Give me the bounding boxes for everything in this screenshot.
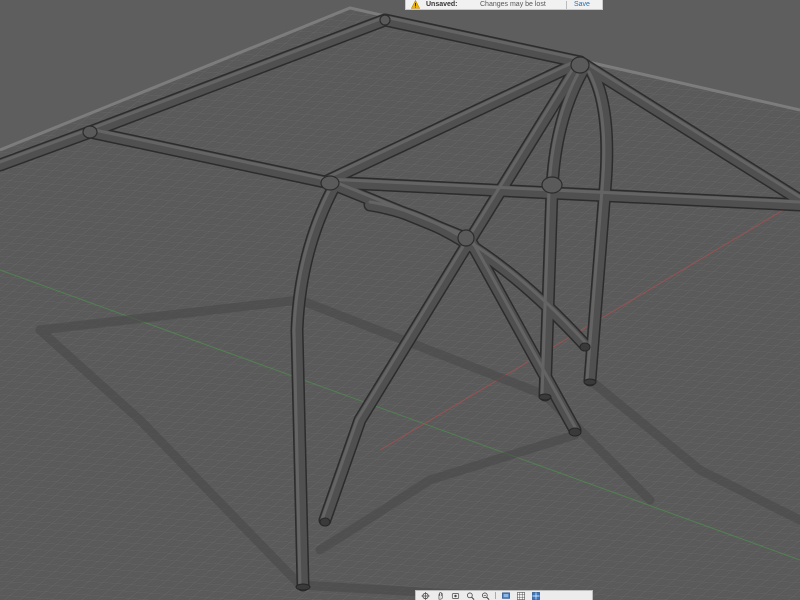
3d-canvas-viewport[interactable] — [0, 0, 800, 600]
tube-end-cap — [583, 378, 597, 386]
viewports-icon[interactable] — [529, 591, 542, 600]
joint-node — [379, 14, 391, 26]
unsaved-message: Changes may be lost — [480, 1, 546, 8]
fit-icon[interactable] — [479, 591, 492, 600]
look-at-icon[interactable] — [449, 591, 462, 600]
unsaved-banner: Unsaved: Changes may be lost Save — [405, 0, 603, 10]
warning-icon — [410, 0, 421, 9]
tube-end-cap — [579, 342, 591, 352]
joint-node — [541, 176, 563, 194]
joint-node — [320, 175, 340, 191]
joint-node — [570, 56, 590, 74]
tube-end-cap — [568, 427, 582, 437]
unsaved-status-label: Unsaved: — [426, 1, 458, 8]
tube-end-cap — [295, 583, 311, 591]
grid-settings-icon[interactable] — [514, 591, 527, 600]
tube-end-cap — [538, 393, 552, 401]
navigation-toolbar — [415, 590, 593, 600]
toolbar-divider — [495, 592, 496, 599]
joint-node — [82, 125, 98, 139]
display-settings-icon[interactable] — [499, 591, 512, 600]
banner-divider — [566, 1, 567, 9]
save-link[interactable]: Save — [574, 0, 590, 9]
zoom-icon[interactable] — [464, 591, 477, 600]
pan-icon[interactable] — [434, 591, 447, 600]
tube-end-cap — [319, 517, 331, 527]
roll-cage-model — [0, 0, 800, 600]
joint-node — [457, 229, 475, 247]
orbit-icon[interactable] — [419, 591, 432, 600]
